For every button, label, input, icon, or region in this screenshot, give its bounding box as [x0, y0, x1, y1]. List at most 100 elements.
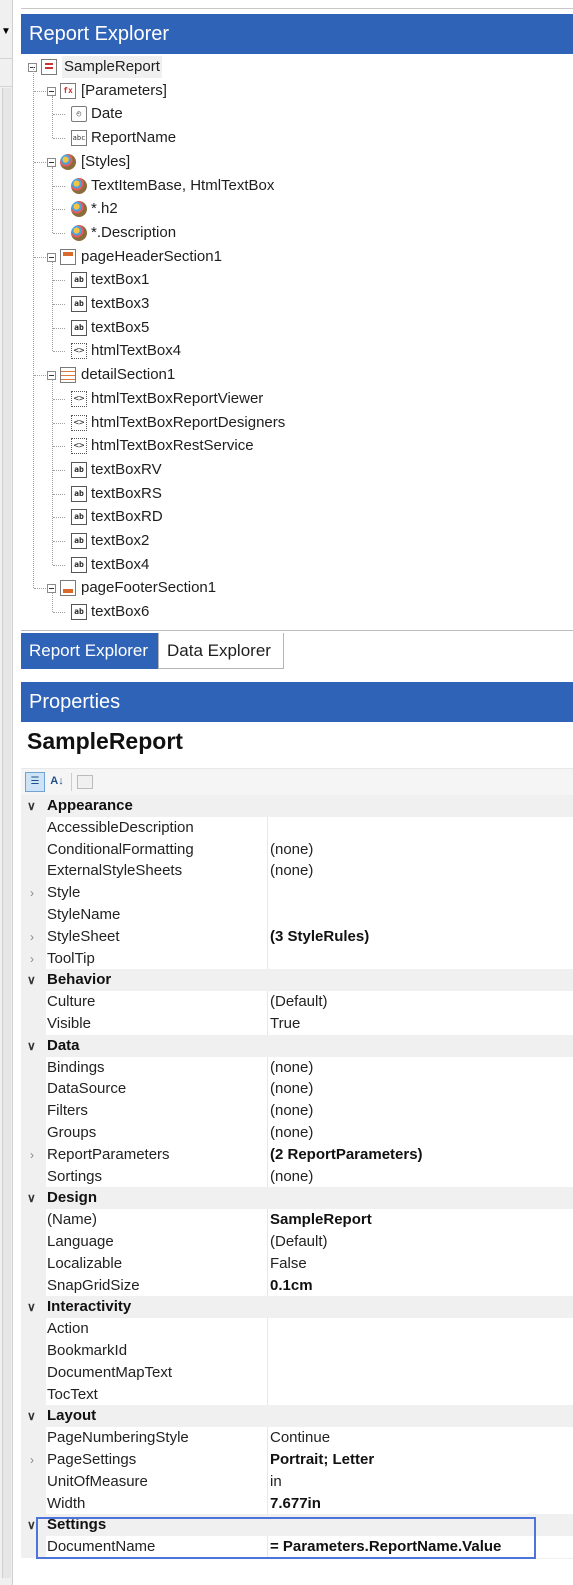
property-category[interactable]: ∨ Behavior: [21, 969, 573, 992]
property-row[interactable]: ExternalStyleSheets (none): [21, 860, 573, 884]
chevron-down-icon[interactable]: ∨: [27, 1405, 36, 1427]
property-row[interactable]: Language (Default): [21, 1231, 573, 1254]
property-value[interactable]: (none): [267, 1056, 573, 1080]
property-value[interactable]: [267, 904, 573, 927]
property-row[interactable]: Bindings (none): [21, 1056, 573, 1080]
property-row[interactable]: › Style: [21, 882, 573, 906]
chevron-down-icon[interactable]: ∨: [27, 1035, 36, 1057]
splitter[interactable]: [12, 0, 21, 1585]
property-value[interactable]: 7.677in: [267, 1492, 573, 1516]
tree-node[interactable]: <> htmlTextBoxReportDesigners: [21, 412, 561, 434]
tree-node[interactable]: ab textBox4: [21, 554, 561, 576]
tree-node[interactable]: ab textBox1: [21, 269, 561, 291]
property-row[interactable]: StyleName: [21, 904, 573, 927]
property-row[interactable]: › StyleSheet (3 StyleRules): [21, 925, 573, 949]
chevron-down-icon[interactable]: ∨: [27, 795, 36, 817]
property-value[interactable]: (none): [267, 860, 573, 884]
property-value[interactable]: [267, 1383, 573, 1407]
tab-report-explorer[interactable]: Report Explorer: [21, 633, 158, 669]
tree-node[interactable]: ab textBoxRV: [21, 459, 561, 481]
property-row[interactable]: UnitOfMeasure in: [21, 1470, 573, 1494]
property-category[interactable]: ∨ Appearance: [21, 795, 573, 817]
categorized-icon[interactable]: ☰: [25, 772, 45, 792]
property-value[interactable]: Continue: [267, 1427, 573, 1451]
tab-data-explorer[interactable]: Data Explorer: [158, 633, 284, 669]
tree-node[interactable]: [Styles]: [21, 151, 561, 173]
tree-node[interactable]: ab textBoxRS: [21, 483, 561, 505]
property-category[interactable]: ∨ Data: [21, 1034, 573, 1057]
tree-node[interactable]: ab textBox6: [21, 601, 561, 623]
property-category[interactable]: ∨ Layout: [21, 1405, 573, 1428]
tree-node[interactable]: detailSection1: [21, 364, 561, 386]
property-pages-icon[interactable]: [77, 775, 93, 789]
collapse-toggle-icon[interactable]: [47, 86, 56, 96]
property-row[interactable]: › ReportParameters (2 ReportParameters): [21, 1143, 573, 1167]
property-row[interactable]: Groups (none): [21, 1122, 573, 1145]
tree-node[interactable]: SampleReport: [21, 56, 561, 78]
property-row[interactable]: DataSource (none): [21, 1078, 573, 1102]
property-value[interactable]: (none): [267, 1122, 573, 1145]
chevron-right-icon[interactable]: ›: [30, 948, 34, 970]
property-row[interactable]: TocText: [21, 1383, 573, 1407]
tree-node[interactable]: <> htmlTextBoxRestService: [21, 435, 561, 457]
property-value[interactable]: (3 StyleRules): [267, 925, 573, 949]
collapse-toggle-icon[interactable]: [47, 371, 56, 381]
tree-node[interactable]: pageHeaderSection1: [21, 246, 561, 268]
property-value[interactable]: [267, 1340, 573, 1363]
property-value[interactable]: True: [267, 1013, 573, 1036]
property-row[interactable]: › PageSettings Portrait; Letter: [21, 1449, 573, 1472]
property-value[interactable]: (none): [267, 1078, 573, 1102]
chevron-right-icon[interactable]: ›: [30, 1144, 34, 1166]
property-value[interactable]: SampleReport: [267, 1209, 573, 1233]
property-row[interactable]: SnapGridSize 0.1cm: [21, 1274, 573, 1298]
collapse-toggle-icon[interactable]: [47, 252, 56, 262]
tree-node[interactable]: *.Description: [21, 222, 561, 244]
property-category[interactable]: ∨ Interactivity: [21, 1296, 573, 1319]
collapse-toggle-icon[interactable]: [47, 584, 56, 594]
tree-node[interactable]: fx [Parameters]: [21, 80, 561, 102]
property-value[interactable]: (none): [267, 838, 573, 862]
collapse-toggle-icon[interactable]: [47, 157, 56, 167]
property-value[interactable]: 0.1cm: [267, 1274, 573, 1298]
property-value[interactable]: [267, 816, 573, 840]
property-row[interactable]: Action: [21, 1318, 573, 1342]
dropdown-arrow-icon[interactable]: ▼: [1, 26, 11, 37]
tree-node[interactable]: TextItemBase, HtmlTextBox: [21, 175, 561, 197]
chevron-down-icon[interactable]: ∨: [27, 1514, 36, 1536]
tree-node[interactable]: ab textBox2: [21, 530, 561, 552]
property-value[interactable]: [267, 882, 573, 906]
property-value[interactable]: [267, 947, 573, 971]
property-value[interactable]: in: [267, 1470, 573, 1494]
property-value[interactable]: (Default): [267, 991, 573, 1015]
chevron-down-icon[interactable]: ∨: [27, 1296, 36, 1318]
alphabetical-icon[interactable]: A↓: [47, 772, 67, 792]
property-category[interactable]: ∨ Design: [21, 1187, 573, 1210]
tree-node[interactable]: ab textBox5: [21, 317, 561, 339]
property-row[interactable]: AccessibleDescription: [21, 816, 573, 840]
property-value[interactable]: Portrait; Letter: [267, 1449, 573, 1472]
property-row[interactable]: Sortings (none): [21, 1165, 573, 1189]
tree-node[interactable]: ab textBox3: [21, 293, 561, 315]
chevron-down-icon[interactable]: ∨: [27, 969, 36, 991]
tree-node[interactable]: ◴ Date: [21, 103, 561, 125]
tree-node[interactable]: pageFooterSection1: [21, 577, 561, 599]
property-value[interactable]: False: [267, 1252, 573, 1276]
property-row[interactable]: PageNumberingStyle Continue: [21, 1427, 573, 1451]
chevron-down-icon[interactable]: ∨: [27, 1187, 36, 1209]
property-row[interactable]: DocumentMapText: [21, 1361, 573, 1385]
chevron-right-icon[interactable]: ›: [30, 1449, 34, 1471]
chevron-right-icon[interactable]: ›: [30, 926, 34, 948]
property-value[interactable]: (none): [267, 1165, 573, 1189]
property-row[interactable]: ConditionalFormatting (none): [21, 838, 573, 862]
tree-node[interactable]: *.h2: [21, 198, 561, 220]
tree-node[interactable]: abc ReportName: [21, 127, 561, 149]
tree-node[interactable]: <> htmlTextBoxReportViewer: [21, 388, 561, 410]
left-panel-scrollbar[interactable]: [2, 88, 11, 1578]
property-row[interactable]: Visible True: [21, 1013, 573, 1036]
property-value[interactable]: (2 ReportParameters): [267, 1143, 573, 1167]
property-value[interactable]: (none): [267, 1100, 573, 1124]
property-value[interactable]: [267, 1361, 573, 1385]
property-row[interactable]: Filters (none): [21, 1100, 573, 1124]
property-value[interactable]: [267, 1318, 573, 1342]
property-value[interactable]: (Default): [267, 1231, 573, 1254]
